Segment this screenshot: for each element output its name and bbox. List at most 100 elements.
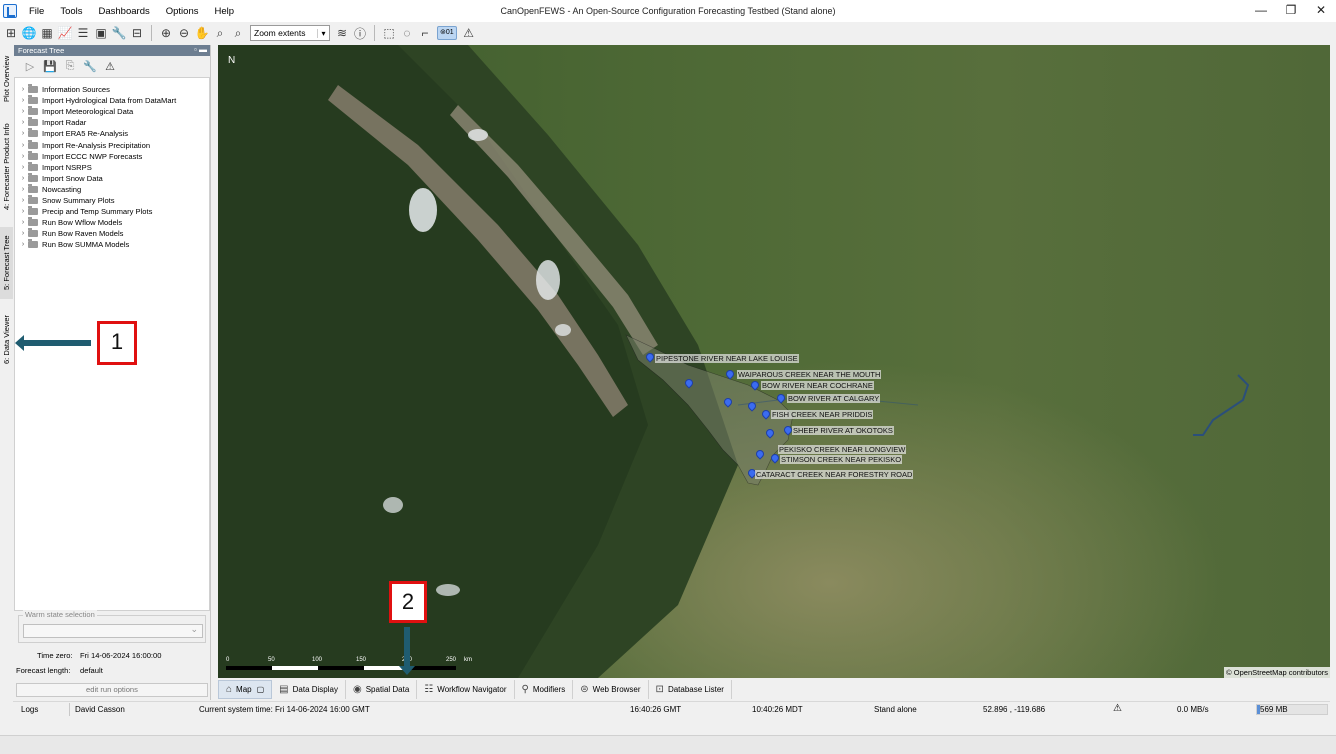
edit-run-options-button[interactable]: edit run options bbox=[16, 683, 208, 697]
map-icon[interactable]: ▦ bbox=[38, 24, 56, 42]
expand-icon[interactable]: › bbox=[18, 130, 28, 137]
warm-state-select[interactable] bbox=[23, 624, 203, 638]
expand-icon[interactable]: › bbox=[18, 175, 28, 182]
properties-icon[interactable]: 🔧 bbox=[80, 60, 100, 73]
tree-item[interactable]: › Precip and Temp Summary Plots bbox=[15, 206, 209, 217]
zoom-in-icon[interactable]: ⊕ bbox=[157, 24, 175, 42]
expand-icon[interactable]: › bbox=[18, 153, 28, 160]
layers-icon[interactable]: ≋ bbox=[333, 24, 351, 42]
expand-icon[interactable]: › bbox=[18, 241, 28, 248]
logs-button[interactable]: Logs bbox=[21, 705, 38, 714]
zoom-select-value: Zoom extents bbox=[254, 28, 306, 38]
globe-icon[interactable]: 🌐 bbox=[20, 24, 38, 42]
tree-item[interactable]: › Import Hydrological Data from DataMart bbox=[15, 95, 209, 106]
tree-item[interactable]: › Run Bow SUMMA Models bbox=[15, 239, 209, 250]
panel-controls-icon[interactable]: ▫ ▬ bbox=[194, 45, 207, 54]
run-icon[interactable]: ▷ bbox=[20, 60, 40, 73]
tree-item[interactable]: › Run Bow Raven Models bbox=[15, 228, 209, 239]
display-icon[interactable]: ▣ bbox=[92, 24, 110, 42]
undock-icon[interactable]: ▢ bbox=[257, 685, 265, 694]
warning-icon[interactable]: ⚠ bbox=[100, 60, 120, 73]
list-icon[interactable]: ☰ bbox=[74, 24, 92, 42]
tab-plot-overview[interactable]: Plot Overview bbox=[0, 49, 13, 109]
side-tab-strip: Plot Overview 4: Forecaster Product Info… bbox=[0, 45, 13, 700]
expand-icon[interactable]: › bbox=[18, 186, 28, 193]
gauge-label[interactable]: BOW RIVER NEAR COCHRANE bbox=[761, 381, 874, 390]
copy-icon[interactable]: ⎘ bbox=[60, 60, 80, 73]
warning-icon[interactable]: ⚠ bbox=[1113, 703, 1122, 714]
menu-options[interactable]: Options bbox=[166, 6, 199, 17]
tree-item[interactable]: › Import Snow Data bbox=[15, 172, 209, 184]
select-box-icon[interactable]: ⬚ bbox=[380, 24, 398, 42]
expand-icon[interactable]: › bbox=[18, 230, 28, 237]
expand-icon[interactable]: › bbox=[18, 108, 28, 115]
scale-segment bbox=[272, 666, 318, 670]
pan-icon[interactable]: ✋ bbox=[193, 24, 211, 42]
expand-icon[interactable]: › bbox=[18, 219, 28, 226]
gauge-label[interactable]: SHEEP RIVER AT OKOTOKS bbox=[792, 426, 894, 435]
gauge-label[interactable]: CATARACT CREEK NEAR FORESTRY ROAD bbox=[755, 470, 914, 479]
zoom-extents-icon[interactable]: ⌕ bbox=[229, 24, 247, 42]
tree-item[interactable]: › Import NSRPS bbox=[15, 161, 209, 173]
gauge-label[interactable]: STIMSON CREEK NEAR PEKISKO bbox=[780, 455, 903, 464]
zoom-box-icon[interactable]: ⌕ bbox=[211, 24, 229, 42]
menu-tools[interactable]: Tools bbox=[60, 6, 82, 17]
gauge-label[interactable]: PIPESTONE RIVER NEAR LAKE LOUISE bbox=[655, 354, 799, 363]
tree-item[interactable]: › Nowcasting bbox=[15, 183, 209, 195]
selection-mode-icon[interactable]: ⌐ bbox=[416, 24, 434, 42]
gauge-label[interactable]: WAIPAROUS CREEK NEAR THE MOUTH bbox=[737, 370, 882, 379]
folder-icon bbox=[28, 139, 38, 149]
map-view[interactable]: N PIPESTONE RIVER NEAR LAKE LOUISE WAIPA… bbox=[218, 45, 1330, 678]
gauge-label[interactable]: BOW RIVER AT CALGARY bbox=[787, 394, 881, 403]
gauge-label[interactable]: FISH CREEK NEAR PRIDDIS bbox=[771, 410, 874, 419]
folder-icon bbox=[28, 217, 38, 227]
close-button[interactable]: ✕ bbox=[1306, 0, 1336, 22]
tab-spatial-data[interactable]: ◉ Spatial Data bbox=[346, 680, 418, 699]
maximize-button[interactable]: ❐ bbox=[1276, 0, 1306, 22]
location-filter-badge[interactable]: ⊚01 bbox=[437, 26, 457, 40]
tree-item[interactable]: › Run Bow Wflow Models bbox=[15, 217, 209, 228]
wrench-icon[interactable]: 🔧 bbox=[110, 24, 128, 42]
tree-item[interactable]: › Import ERA5 Re-Analysis bbox=[15, 128, 209, 139]
save-icon[interactable]: 💾 bbox=[40, 60, 60, 73]
folder-icon bbox=[28, 84, 38, 94]
tree-item[interactable]: › Import Radar bbox=[15, 117, 209, 128]
forecast-tree-icon[interactable]: ⊞ bbox=[2, 24, 20, 42]
expand-icon[interactable]: › bbox=[18, 164, 28, 171]
chart-icon[interactable]: 📈 bbox=[56, 24, 74, 42]
menu-file[interactable]: File bbox=[29, 6, 44, 17]
tree-item[interactable]: › Import Meteorological Data bbox=[15, 106, 209, 117]
tab-forecaster-product-info[interactable]: 4: Forecaster Product Info bbox=[0, 115, 13, 219]
tree-item-label: Run Bow SUMMA Models bbox=[42, 240, 130, 250]
tree-item[interactable]: › Import Re-Analysis Precipitation bbox=[15, 139, 209, 150]
tab-forecast-tree[interactable]: 5: Forecast Tree bbox=[0, 227, 13, 299]
tab-database-lister[interactable]: ⊡ Database Lister bbox=[649, 680, 732, 699]
tab-modifiers[interactable]: ⚲ Modifiers bbox=[515, 680, 574, 699]
tab-data-viewer[interactable]: 6: Data Viewer bbox=[0, 307, 13, 371]
expand-icon[interactable]: › bbox=[18, 119, 28, 126]
warning-icon[interactable]: ⚠ bbox=[460, 24, 478, 42]
tab-data-display[interactable]: ▤ Data Display bbox=[272, 680, 346, 699]
expand-icon[interactable]: › bbox=[18, 142, 28, 149]
tab-map[interactable]: ⌂ Map ▢ bbox=[218, 680, 273, 699]
menu-dashboards[interactable]: Dashboards bbox=[99, 6, 150, 17]
zoom-out-icon[interactable]: ⊖ bbox=[175, 24, 193, 42]
expand-icon[interactable]: › bbox=[18, 197, 28, 204]
gauge-label[interactable]: PEKISKO CREEK NEAR LONGVIEW bbox=[778, 445, 907, 454]
tab-web-browser[interactable]: ⊜ Web Browser bbox=[573, 680, 649, 699]
warm-state-legend: Warm state selection bbox=[23, 610, 97, 619]
expand-icon[interactable]: › bbox=[18, 208, 28, 215]
zoom-select[interactable]: Zoom extents ▾ bbox=[250, 25, 330, 41]
table-icon[interactable]: ⊟ bbox=[128, 24, 146, 42]
info-icon[interactable]: ⓘ bbox=[351, 24, 369, 42]
forecast-tree-title: Forecast Tree bbox=[18, 46, 65, 55]
tree-item[interactable]: › Snow Summary Plots bbox=[15, 194, 209, 206]
expand-icon[interactable]: › bbox=[18, 97, 28, 104]
expand-icon[interactable]: › bbox=[18, 86, 28, 93]
tree-item[interactable]: › Import ECCC NWP Forecasts bbox=[15, 150, 209, 162]
lasso-icon[interactable]: ◌ bbox=[398, 24, 416, 42]
minimize-button[interactable]: — bbox=[1246, 0, 1276, 22]
tree-item[interactable]: › Information Sources bbox=[15, 84, 209, 95]
menu-help[interactable]: Help bbox=[214, 6, 234, 17]
tab-workflow-navigator[interactable]: ☷ Workflow Navigator bbox=[417, 680, 515, 699]
